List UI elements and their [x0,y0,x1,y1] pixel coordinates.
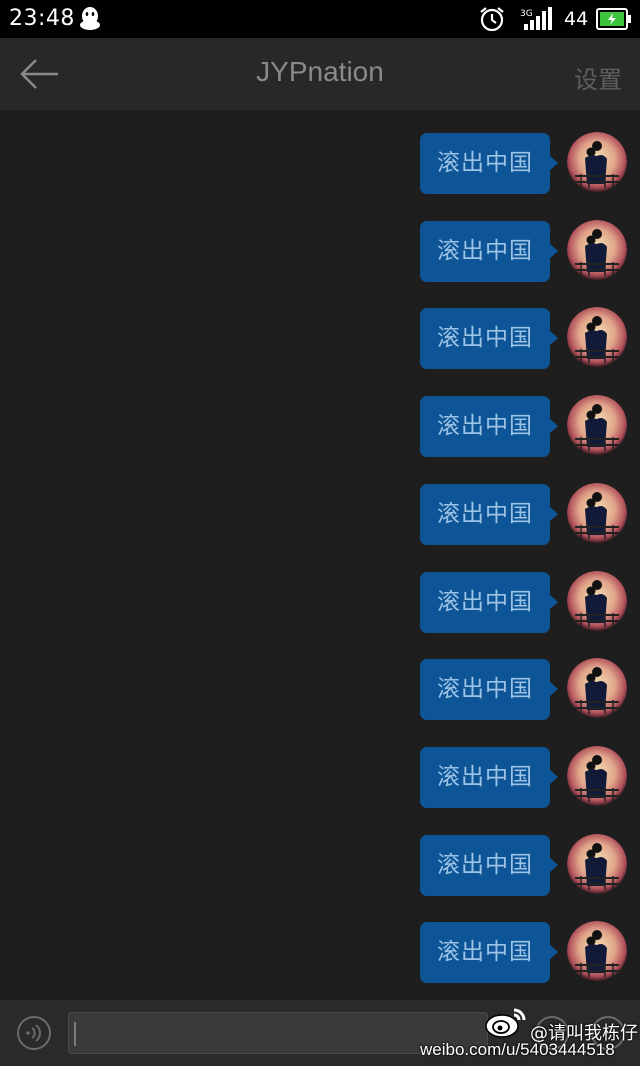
bubble-tail [549,330,558,346]
bubble-tail [549,944,558,960]
bubble-tail [549,155,558,171]
avatar[interactable] [567,921,627,981]
avatar[interactable] [567,483,627,543]
qq-icon [80,7,100,30]
battery-level: 44 [564,8,589,30]
message-row: 滚出中国 [0,307,640,371]
title-bar: JYPnation 设置 [0,38,640,110]
page-title: JYPnation [256,56,384,87]
message-bubble[interactable]: 滚出中国 [420,484,550,545]
message-row: 滚出中国 [0,571,640,635]
message-list[interactable]: 滚出中国 滚出中国 滚出中国 滚出中国 滚出中国 滚出中国 滚出中国 滚出中国 滚出中国 滚出中国 [0,110,640,1000]
message-row: 滚出中国 [0,483,640,547]
message-bubble[interactable]: 滚出中国 [420,659,550,720]
message-row: 滚出中国 [0,658,640,722]
message-bubble[interactable]: 滚出中国 [420,221,550,282]
bubble-tail [549,857,558,873]
message-row: 滚出中国 [0,132,640,196]
message-bubble[interactable]: 滚出中国 [420,572,550,633]
avatar[interactable] [567,746,627,806]
avatar[interactable] [567,132,627,192]
bubble-tail [549,418,558,434]
message-row: 滚出中国 [0,395,640,459]
status-bar: 23:48 3G 44 [0,0,640,38]
bubble-tail [549,506,558,522]
alarm-icon [480,7,504,32]
message-row: 滚出中国 [0,746,640,810]
avatar[interactable] [567,307,627,367]
message-bubble[interactable]: 滚出中国 [420,835,550,896]
status-time: 23:48 [9,6,75,31]
text-caret [74,1022,76,1046]
message-bubble[interactable]: 滚出中国 [420,922,550,983]
signal-icon: 3G [520,7,552,30]
bubble-tail [549,681,558,697]
weibo-logo-icon [485,1008,526,1038]
voice-icon[interactable] [16,1015,52,1051]
battery-icon [596,8,631,30]
avatar[interactable] [567,571,627,631]
bubble-tail [549,594,558,610]
message-row: 滚出中国 [0,921,640,985]
bubble-tail [549,769,558,785]
network-type-label: 3G [520,9,533,19]
message-bubble[interactable]: 滚出中国 [420,133,550,194]
message-bubble[interactable]: 滚出中国 [420,747,550,808]
message-bubble[interactable]: 滚出中国 [420,308,550,369]
message-row: 滚出中国 [0,834,640,898]
avatar[interactable] [567,658,627,718]
settings-button[interactable]: 设置 [574,60,622,95]
message-bubble[interactable]: 滚出中国 [420,396,550,457]
avatar[interactable] [567,834,627,894]
message-row: 滚出中国 [0,220,640,284]
avatar[interactable] [567,220,627,280]
avatar[interactable] [567,395,627,455]
watermark-url: weibo.com/u/5403444518 [420,1040,615,1059]
bubble-tail [549,243,558,259]
